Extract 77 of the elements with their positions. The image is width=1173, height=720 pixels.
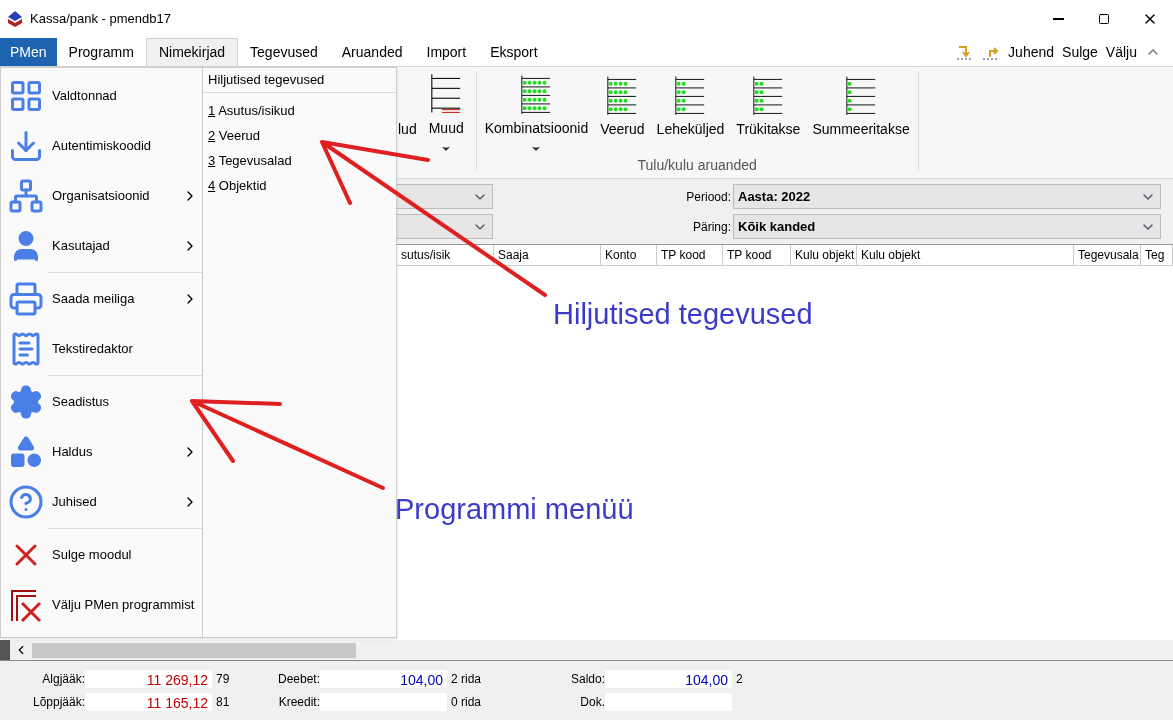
exit-icon (8, 587, 44, 623)
menu-item[interactable]: Tegevused (238, 38, 330, 66)
download-icon (8, 128, 44, 164)
recent-header: Hiljutised tegevused (203, 68, 396, 93)
ribbon-button[interactable]: Summeeritakse (812, 71, 910, 155)
menu-item[interactable]: Välju PMen programmist (1, 580, 202, 630)
menu-item[interactable]: Juhised (1, 477, 202, 527)
field-label: Periood: (685, 188, 731, 206)
toolbar-link[interactable]: Välju (1105, 41, 1137, 63)
menu-item[interactable]: Programm (56, 38, 146, 66)
shapes-icon (8, 434, 44, 470)
app-menu-button[interactable]: PMen (0, 38, 57, 66)
summary-field: 104,00 (320, 670, 447, 688)
summary-label: Saldo: (569, 671, 605, 688)
maximize-icon (1098, 13, 1110, 25)
ribbon-button[interactable]: Kombinatsioonid (484, 71, 589, 155)
column-header[interactable]: Teg (1141, 245, 1173, 265)
grid-icon (8, 78, 44, 114)
column-header[interactable]: Kulu objekt (857, 245, 1074, 265)
summary-label: Kreedit: (277, 694, 320, 711)
summary-field: 104,00 (605, 670, 732, 688)
menu-item[interactable]: Nimekirjad (145, 38, 239, 66)
toolbar-link[interactable]: Juhend (1008, 41, 1055, 63)
menu-item[interactable]: Saada meiliga (1, 274, 202, 324)
summary-note: 79 (216, 671, 230, 688)
summary-note: 81 (216, 694, 230, 711)
menu-item[interactable]: Tekstiredaktor (1, 324, 202, 374)
column-header[interactable]: Tegevusala (1074, 245, 1141, 265)
curved-arrow-icon (982, 44, 1001, 60)
minimize-icon (1052, 18, 1064, 20)
annotation-text: Programmi menüü (395, 492, 634, 527)
column-header[interactable]: Saaja (494, 245, 601, 265)
summary-field: 11 165,12 (85, 693, 212, 711)
ribbon-button[interactable]: Trükitakse (736, 71, 801, 155)
menu-item[interactable]: Haldus (1, 427, 202, 477)
window-title: Kassa/pank - pmendb17 (30, 10, 171, 29)
ribbon-button[interactable]: Muud (428, 71, 464, 155)
summary-label: Lõppjääk: (31, 694, 85, 711)
menu-item[interactable]: Kasutajad (1, 221, 202, 271)
summary-label: Dok. (579, 694, 605, 711)
menu-item[interactable]: Sulge moodul (1, 530, 202, 580)
help-icon (8, 484, 44, 520)
ribbon-button[interactable]: Leheküljed (656, 71, 725, 155)
network-icon (8, 178, 44, 214)
annotation-text: Hiljutised tegevused (553, 297, 813, 332)
ribbon-group-label: Tulu/kulu aruanded (637, 156, 757, 175)
summary-label: Deebet: (276, 671, 320, 688)
menu-item[interactable]: Eksport (478, 38, 550, 66)
scrollbar-thumb[interactable] (32, 642, 356, 658)
summary-note: 0 rida (451, 694, 482, 711)
column-header[interactable]: Konto (601, 245, 657, 265)
recent-item[interactable]: 3 Tegevusalad (203, 148, 297, 173)
summary-note: 2 (736, 671, 743, 688)
column-header[interactable]: TP kood (723, 245, 791, 265)
menu-item[interactable]: Autentimiskoodid (1, 121, 202, 171)
recent-item[interactable]: 2 Veerud (203, 123, 266, 148)
fax-icon (8, 281, 44, 317)
menu-item[interactable]: Organisatsioonid (1, 171, 202, 221)
menu-item[interactable]: Aruanded (329, 38, 415, 66)
toolbar-link[interactable]: Sulge (1062, 41, 1098, 63)
app-logo-icon (8, 11, 22, 27)
settings-icon (8, 384, 44, 420)
column-header[interactable]: TP kood (657, 245, 723, 265)
summary-label: Algjääk: (41, 671, 85, 688)
summary-field: 11 269,12 (85, 670, 212, 688)
dropdown-field[interactable]: Kõik kanded (733, 214, 1161, 239)
field-label: Päring: (691, 218, 731, 236)
ribbon-button[interactable]: Veerud (600, 71, 645, 155)
column-header[interactable]: Kulu objekt (791, 245, 857, 265)
dropdown-field[interactable]: Aasta: 2022 (733, 184, 1161, 209)
summary-note: 2 rida (451, 671, 482, 688)
menu-item[interactable]: Import (414, 38, 479, 66)
menu-item[interactable]: Valdtonnad (1, 71, 202, 121)
recent-item[interactable]: 1 Asutus/isikud (203, 98, 300, 123)
menu-item[interactable]: Seadistus (1, 377, 202, 427)
ribbon-button[interactable]: lud (398, 71, 417, 155)
recent-item[interactable]: 4 Objektid (203, 173, 272, 198)
